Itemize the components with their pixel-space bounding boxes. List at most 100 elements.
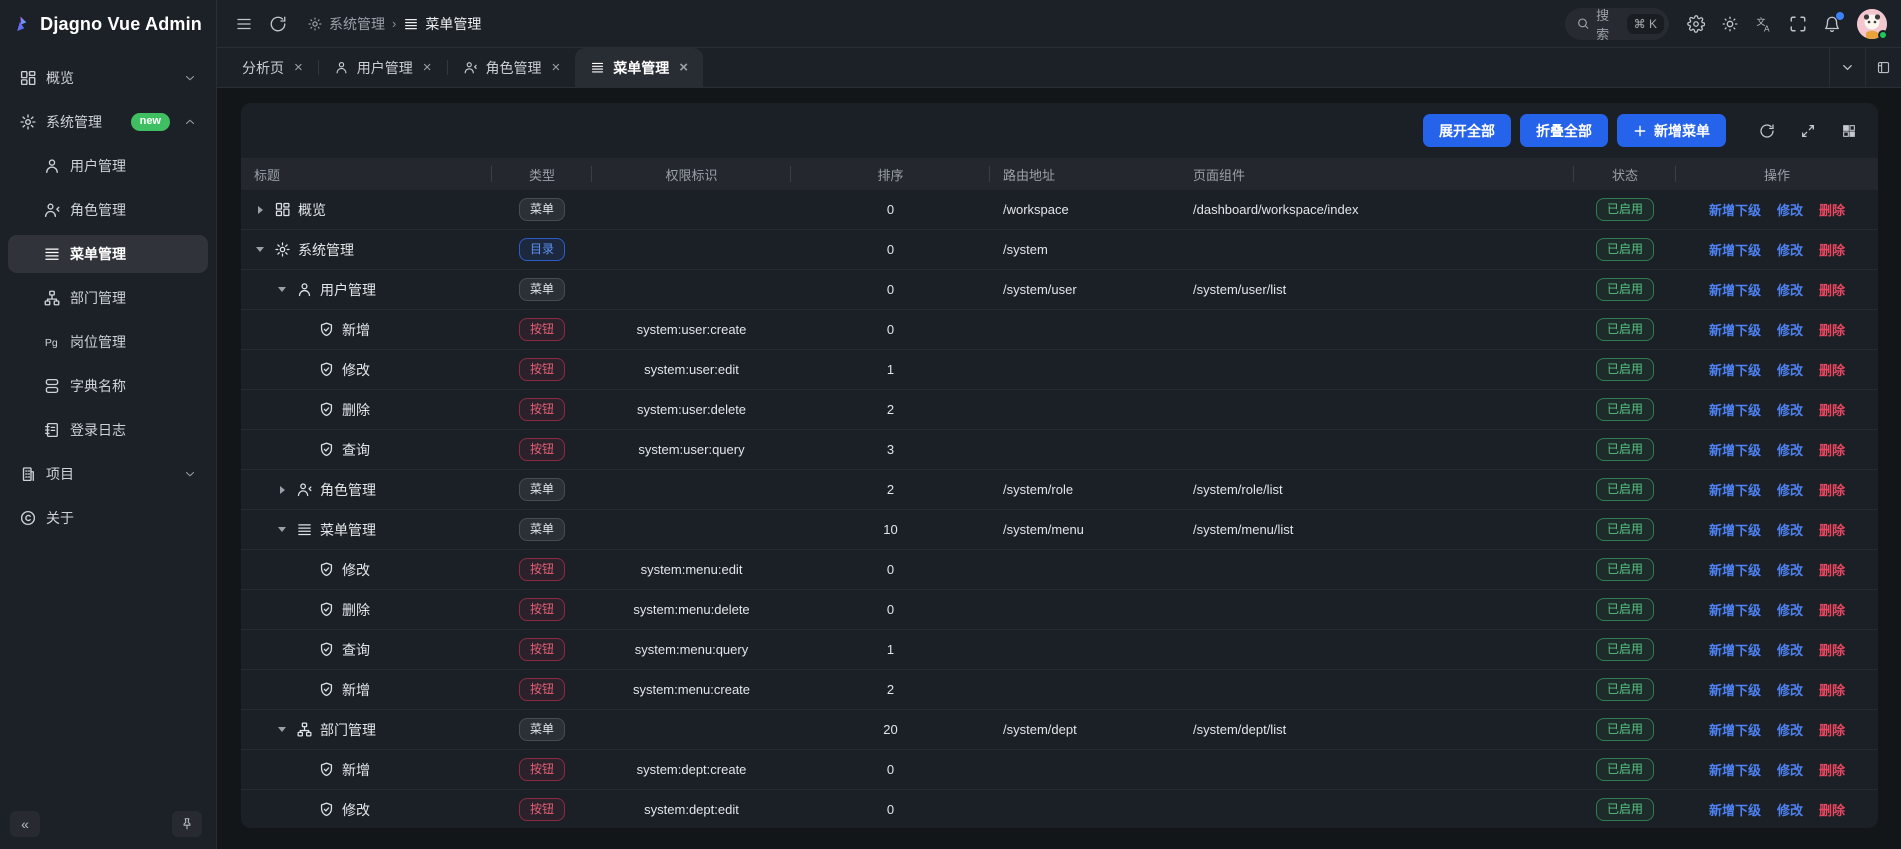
edit-link[interactable]: 修改 [1777,680,1803,699]
add-child-link[interactable]: 新增下级 [1709,320,1761,339]
add-child-link[interactable]: 新增下级 [1709,280,1761,299]
add-child-link[interactable]: 新增下级 [1709,480,1761,499]
delete-link[interactable]: 删除 [1819,800,1845,819]
delete-link[interactable]: 删除 [1819,600,1845,619]
tree-caret-down[interactable] [275,287,289,292]
edit-link[interactable]: 修改 [1777,640,1803,659]
edit-link[interactable]: 修改 [1777,320,1803,339]
edit-link[interactable]: 修改 [1777,520,1803,539]
content-maximize-button[interactable] [1865,48,1901,87]
add-child-link[interactable]: 新增下级 [1709,680,1761,699]
add-child-link[interactable]: 新增下级 [1709,520,1761,539]
delete-link[interactable]: 删除 [1819,560,1845,579]
add-child-link[interactable]: 新增下级 [1709,760,1761,779]
pin-sidebar-button[interactable] [172,811,202,837]
sidebar-item-overview[interactable]: 概览 [8,59,208,97]
tab-菜单管理[interactable]: 菜单管理× [575,48,703,87]
tabs: 分析页×用户管理×角色管理×菜单管理× [227,48,703,87]
column-settings-button[interactable] [1833,115,1865,147]
cell-type: 菜单 [492,710,592,749]
edit-link[interactable]: 修改 [1777,200,1803,219]
edit-link[interactable]: 修改 [1777,600,1803,619]
tab-分析页[interactable]: 分析页× [227,48,318,87]
tree-caret-down[interactable] [275,527,289,532]
theme-toggle-button[interactable] [1715,9,1745,39]
add-child-link[interactable]: 新增下级 [1709,720,1761,739]
add-child-link[interactable]: 新增下级 [1709,240,1761,259]
close-tab-icon[interactable]: × [552,60,561,75]
add-child-link[interactable]: 新增下级 [1709,640,1761,659]
delete-link[interactable]: 删除 [1819,360,1845,379]
collapse-sidebar-button[interactable]: « [10,811,40,837]
sidebar-item-menu[interactable]: 菜单管理 [8,235,208,273]
table-fullscreen-button[interactable] [1792,115,1824,147]
edit-link[interactable]: 修改 [1777,280,1803,299]
language-switch-button[interactable]: 文 A [1749,9,1779,39]
tree-caret-down[interactable] [275,727,289,732]
sidebar-item-about[interactable]: 关于 [8,499,208,537]
global-search[interactable]: 搜索 ⌘ K [1565,8,1669,40]
edit-link[interactable]: 修改 [1777,240,1803,259]
add-child-link[interactable]: 新增下级 [1709,440,1761,459]
delete-link[interactable]: 删除 [1819,720,1845,739]
fullscreen-button[interactable] [1783,9,1813,39]
sidebar-item-project[interactable]: 项目 [8,455,208,493]
tree-caret-down[interactable] [253,247,267,252]
close-tab-icon[interactable]: × [423,60,432,75]
breadcrumb-item-system[interactable]: 系统管理 [307,14,385,34]
delete-link[interactable]: 删除 [1819,440,1845,459]
add-child-link[interactable]: 新增下级 [1709,600,1761,619]
close-tab-icon[interactable]: × [679,60,688,75]
edit-link[interactable]: 修改 [1777,440,1803,459]
collapse-all-button[interactable]: 折叠全部 [1520,114,1608,147]
edit-link[interactable]: 修改 [1777,360,1803,379]
edit-link[interactable]: 修改 [1777,400,1803,419]
tab-用户管理[interactable]: 用户管理× [319,48,447,87]
edit-link[interactable]: 修改 [1777,560,1803,579]
tree-caret-right[interactable] [253,206,267,214]
edit-link[interactable]: 修改 [1777,720,1803,739]
sidebar-item-dict[interactable]: 字典名称 [8,367,208,405]
shield-icon [318,681,335,698]
delete-link[interactable]: 删除 [1819,680,1845,699]
table-refresh-button[interactable] [1751,115,1783,147]
user-check-icon [463,60,478,75]
sidebar-item-dept[interactable]: 部门管理 [8,279,208,317]
delete-link[interactable]: 删除 [1819,480,1845,499]
tab-角色管理[interactable]: 角色管理× [448,48,576,87]
breadcrumb-item-menu[interactable]: 菜单管理 [403,14,481,34]
sidebar-item-system[interactable]: 系统管理new [8,103,208,141]
delete-link[interactable]: 删除 [1819,240,1845,259]
sidebar-item-log[interactable]: 登录日志 [8,411,208,449]
edit-link[interactable]: 修改 [1777,800,1803,819]
settings-button[interactable] [1681,9,1711,39]
hamburger-menu-button[interactable] [229,9,259,39]
add-child-link[interactable]: 新增下级 [1709,800,1761,819]
delete-link[interactable]: 删除 [1819,280,1845,299]
add-child-link[interactable]: 新增下级 [1709,560,1761,579]
sidebar-item-post[interactable]: Pg岗位管理 [8,323,208,361]
edit-link[interactable]: 修改 [1777,760,1803,779]
edit-link[interactable]: 修改 [1777,480,1803,499]
close-tab-icon[interactable]: × [294,60,303,75]
sidebar-item-role[interactable]: 角色管理 [8,191,208,229]
delete-link[interactable]: 删除 [1819,320,1845,339]
user-avatar[interactable] [1857,9,1887,39]
app-logo[interactable]: Djagno Vue Admin [0,0,216,48]
expand-all-button[interactable]: 展开全部 [1423,114,1511,147]
delete-link[interactable]: 删除 [1819,520,1845,539]
add-child-link[interactable]: 新增下级 [1709,360,1761,379]
refresh-page-button[interactable] [263,9,293,39]
list-icon [43,245,61,263]
delete-link[interactable]: 删除 [1819,200,1845,219]
add-child-link[interactable]: 新增下级 [1709,400,1761,419]
add-menu-button[interactable]: 新增菜单 [1617,114,1726,147]
delete-link[interactable]: 删除 [1819,760,1845,779]
tab-list-dropdown-button[interactable] [1829,48,1865,87]
add-child-link[interactable]: 新增下级 [1709,200,1761,219]
notifications-button[interactable] [1817,9,1847,39]
tree-caret-right[interactable] [275,486,289,494]
delete-link[interactable]: 删除 [1819,640,1845,659]
delete-link[interactable]: 删除 [1819,400,1845,419]
sidebar-item-user[interactable]: 用户管理 [8,147,208,185]
